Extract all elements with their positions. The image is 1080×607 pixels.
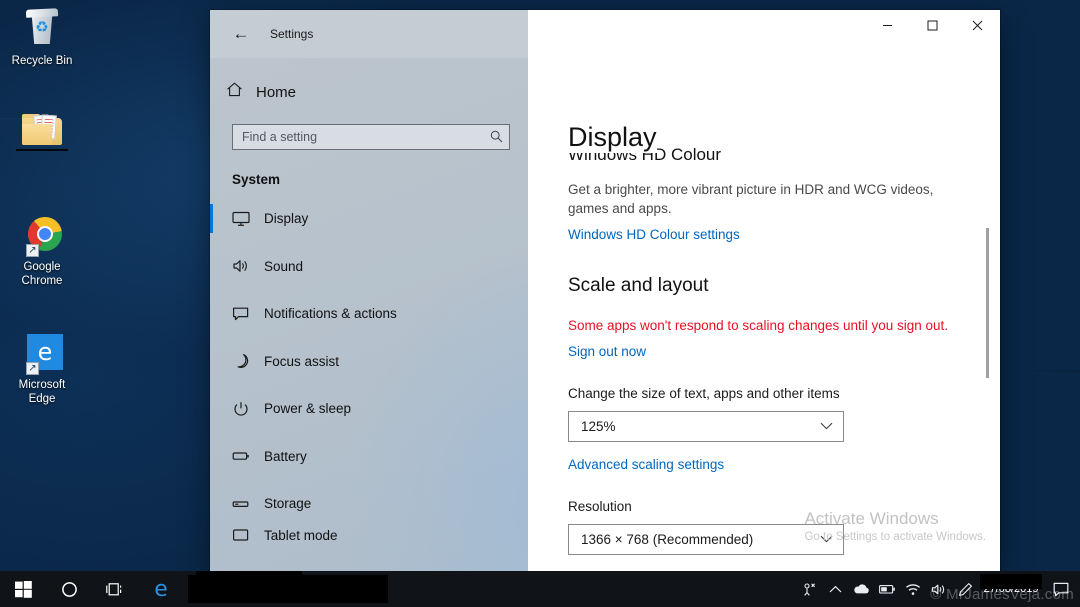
chrome-label-line1: Google [23,261,61,273]
recycle-bin-label: Recycle Bin [11,55,73,67]
sidebar-section-title: System [232,172,281,187]
chrome-label-line2: Chrome [21,274,63,287]
scale-and-layout-heading: Scale and layout [568,275,709,296]
edge-label-line2: Edge [28,392,56,405]
onedrive-cloud-icon[interactable] [848,571,874,607]
close-button[interactable] [955,10,1000,40]
resolution-dropdown[interactable]: 1366 × 768 (Recommended) [568,524,844,555]
window-titlebar[interactable]: ← Settings [210,10,1000,58]
sidebar-item-label: Focus assist [264,353,340,369]
home-icon [226,81,256,103]
recycle-bin-icon: ♻ [4,6,80,52]
sign-out-now-link[interactable]: Sign out now [568,342,646,361]
sidebar-item-storage[interactable]: Storage [210,480,528,528]
moon-icon [232,353,264,369]
battery-icon [232,448,264,464]
show-hidden-icons-chevron[interactable] [822,571,848,607]
volume-icon[interactable] [926,571,952,607]
speaker-icon [232,258,264,274]
notification-icon [232,306,264,322]
monitor-icon [232,211,264,227]
shortcut-arrow-icon: ↗ [26,362,39,375]
scaling-warning-text: Some apps won't respond to scaling chang… [568,318,949,333]
sidebar-item-focus-assist[interactable]: Focus assist [210,338,528,386]
taskbar[interactable]: e [0,571,1080,607]
tablet-icon [232,528,264,544]
desktop-icon-microsoft-edge[interactable]: e ↗ Microsoft Edge [4,330,80,406]
edge-label-line1: Microsoft [18,379,66,391]
google-chrome-icon: ↗ [4,212,80,258]
chevron-down-icon [820,534,833,546]
start-button[interactable] [0,571,46,607]
clock-time-redaction [980,574,1042,589]
sidebar-item-label: Power & sleep [264,401,352,417]
wifi-icon[interactable] [900,571,926,607]
task-view-button[interactable] [92,571,138,607]
page-title: Display [568,122,657,153]
scrolled-content: Windows HD Colour Get a brighter, more v… [568,144,970,575]
search-box[interactable] [232,124,510,150]
sidebar-item-tablet-mode[interactable]: Tablet mode [210,528,528,550]
sidebar-item-label: Battery [264,448,307,464]
back-button[interactable]: ← [218,18,264,50]
window-controls [528,10,1000,58]
content-scroll-region[interactable]: Windows HD Colour Get a brighter, more v… [528,58,1000,575]
scale-field-label: Change the size of text, apps and other … [568,386,840,401]
sidebar-item-label: Display [264,211,309,227]
folder-documents-icon [4,108,80,154]
sidebar-item-battery[interactable]: Battery [210,433,528,481]
scrollbar-thumb[interactable] [986,228,989,378]
sidebar-item-power-sleep[interactable]: Power & sleep [210,385,528,433]
action-center-button[interactable] [1044,571,1078,607]
system-tray[interactable]: 27/08/2019 [796,571,1080,607]
desktop-icon-documents-folder[interactable] [4,108,80,157]
titlebar-left-region: ← Settings [210,10,528,58]
sidebar-item-notifications-actions[interactable]: Notifications & actions [210,290,528,338]
sidebar-item-label: Sound [264,258,304,274]
maximize-button[interactable] [910,10,955,40]
resolution-field-label: Resolution [568,499,632,514]
settings-content[interactable]: Windows HD Colour Get a brighter, more v… [528,58,1000,575]
power-icon [232,401,264,417]
content-scrollbar[interactable] [982,58,994,575]
edge-icon: e [154,576,168,602]
search-icon[interactable] [490,130,503,145]
sidebar-item-label: Tablet mode [264,527,338,543]
resolution-dropdown-value: 1366 × 768 (Recommended) [581,532,754,547]
sidebar-home-label: Home [256,83,297,101]
sidebar-item-label: Storage [264,496,312,512]
pen-menu-icon[interactable] [796,571,822,607]
settings-window[interactable]: ← Settings Home Find a setting System Di… [210,10,1000,575]
microsoft-edge-icon: e ↗ [4,330,80,376]
sidebar-item-display[interactable]: Display [210,195,528,243]
chevron-down-icon [820,421,833,433]
settings-sidebar[interactable]: Home System [210,58,528,575]
desktop-icon-recycle-bin[interactable]: ♻ Recycle Bin [4,6,80,69]
scale-dropdown-value: 125% [581,419,616,434]
cortana-search-button[interactable] [46,571,92,607]
clock[interactable]: 27/08/2019 [978,571,1044,607]
sidebar-item-sound[interactable]: Sound [210,243,528,291]
advanced-scaling-settings-link[interactable]: Advanced scaling settings [568,455,724,474]
battery-icon[interactable] [874,571,900,607]
desktop[interactable]: ♻ Recycle Bin ↗ Google Chrome e ↗ Micros [0,0,1080,607]
hd-colour-settings-link[interactable]: Windows HD Colour settings [568,225,740,244]
minimize-button[interactable] [865,10,910,40]
scale-dropdown[interactable]: 125% [568,411,844,442]
storage-icon [232,496,264,512]
window-title: Settings [270,27,314,41]
window-body: Home System [210,58,1000,575]
desktop-icon-google-chrome[interactable]: ↗ Google Chrome [4,212,80,288]
sidebar-search[interactable] [210,110,528,150]
sidebar-item-label: Notifications & actions [264,306,397,322]
search-input[interactable] [242,130,490,144]
taskbar-redaction [196,571,302,595]
pen-workspace-icon[interactable] [952,571,978,607]
sidebar-item-home[interactable]: Home [210,74,528,110]
hd-colour-description: Get a brighter, more vibrant picture in … [568,182,934,216]
shortcut-arrow-icon: ↗ [26,244,39,257]
microsoft-edge-taskbar-button[interactable]: e [138,571,184,607]
